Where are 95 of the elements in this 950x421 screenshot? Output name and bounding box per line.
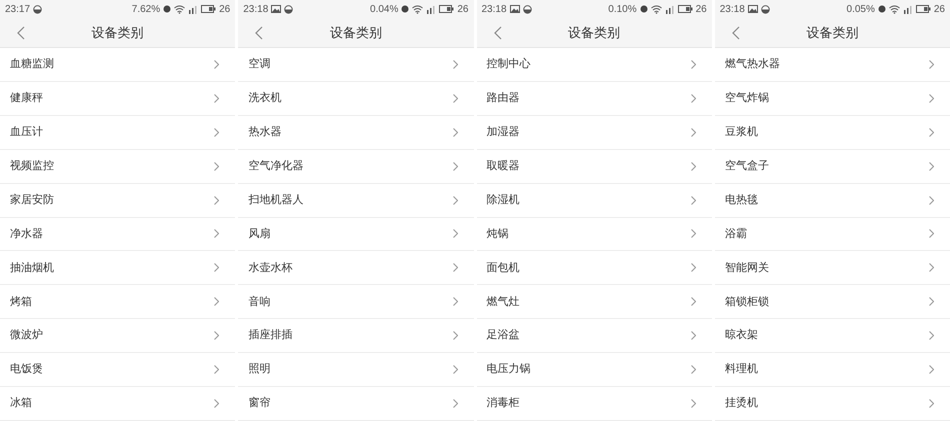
chevron-right-icon: [214, 196, 220, 205]
network-speed: 7.62%: [132, 2, 160, 16]
chevron-right-icon: [690, 196, 696, 205]
chevron-right-icon: [214, 128, 220, 137]
chevron-right-icon: [929, 60, 934, 69]
back-icon[interactable]: [255, 26, 264, 40]
signal-icon: [188, 4, 198, 14]
image-icon: [748, 5, 758, 13]
wifi-icon: [174, 4, 186, 14]
chevron-right-icon: [214, 331, 220, 340]
chevron-right-icon: [452, 60, 458, 69]
back-icon[interactable]: [732, 26, 740, 40]
chevron-right-icon: [929, 399, 934, 408]
category-item[interactable]: 电热毯: [714, 184, 950, 218]
image-icon: [271, 5, 282, 13]
signal-icon: [902, 4, 913, 14]
chevron-right-icon: [452, 94, 458, 103]
chevron-right-icon: [452, 365, 458, 374]
chevron-right-icon: [214, 162, 220, 171]
chevron-right-icon: [929, 196, 934, 205]
chevron-right-icon: [929, 162, 934, 171]
chevron-right-icon: [452, 331, 458, 340]
back-icon[interactable]: [494, 26, 502, 40]
half-circle-icon: [284, 4, 294, 14]
category-item[interactable]: 净水器: [0, 218, 236, 252]
category-item[interactable]: 家居安防: [0, 184, 236, 218]
chevron-right-icon: [690, 331, 696, 340]
chevron-right-icon: [929, 331, 934, 340]
chevron-right-icon: [214, 365, 220, 374]
signal-icon: [664, 4, 675, 14]
chevron-right-icon: [214, 60, 220, 69]
chevron-right-icon: [929, 128, 934, 137]
category-item[interactable]: 空气盒子: [714, 150, 950, 184]
chevron-right-icon: [929, 263, 934, 272]
wifi-icon: [888, 4, 900, 14]
battery-icon: [916, 5, 931, 13]
battery-icon: [201, 5, 216, 13]
chevron-right-icon: [929, 297, 934, 306]
chevron-right-icon: [452, 263, 458, 272]
chevron-right-icon: [214, 263, 220, 272]
chevron-right-icon: [690, 60, 696, 69]
chevron-right-icon: [690, 365, 696, 374]
back-icon[interactable]: [17, 26, 25, 40]
chevron-right-icon: [452, 162, 458, 171]
battery-icon: [439, 5, 454, 13]
chevron-right-icon: [214, 399, 220, 408]
status-time: 23:17: [5, 2, 30, 16]
chevron-right-icon: [690, 162, 696, 171]
category-item[interactable]: 风扇: [238, 218, 474, 252]
chevron-right-icon: [929, 94, 934, 103]
chevron-right-icon: [690, 399, 696, 408]
category-item[interactable]: 取暖器: [476, 150, 712, 184]
chevron-right-icon: [690, 128, 696, 137]
page-title: 设备类别: [806, 24, 858, 42]
status-time: 23:18: [482, 2, 507, 16]
network-speed: 0.10%: [608, 2, 637, 16]
page-title: 设备类别: [568, 24, 620, 42]
page-title: 设备类别: [92, 24, 144, 42]
page-title: 设备类别: [330, 24, 382, 42]
battery-level: 26: [219, 2, 230, 16]
status-time: 23:18: [720, 2, 745, 16]
chevron-right-icon: [690, 229, 696, 238]
battery-level: 26: [696, 2, 707, 16]
chevron-right-icon: [690, 297, 696, 306]
category-item[interactable]: 浴霸: [714, 218, 950, 252]
category-item[interactable]: 空气净化器: [238, 150, 474, 184]
category-item[interactable]: 视频监控: [0, 150, 236, 184]
chevron-right-icon: [214, 94, 220, 103]
status-time: 23:18: [243, 2, 268, 16]
chevron-right-icon: [690, 263, 696, 272]
battery-level: 26: [934, 2, 945, 16]
wifi-icon: [412, 4, 424, 14]
chevron-right-icon: [452, 196, 458, 205]
image-icon: [510, 5, 520, 13]
battery-level: 26: [457, 2, 468, 16]
category-item[interactable]: 扫地机器人: [238, 184, 474, 218]
category-item[interactable]: 炖锅: [476, 218, 712, 252]
chevron-right-icon: [452, 399, 458, 408]
chevron-right-icon: [214, 229, 220, 238]
category-item[interactable]: 除湿机: [476, 184, 712, 218]
half-circle-icon: [33, 4, 42, 14]
chevron-right-icon: [214, 297, 220, 306]
chevron-right-icon: [452, 297, 458, 306]
chevron-right-icon: [929, 365, 934, 374]
chevron-right-icon: [452, 229, 458, 238]
network-speed: 0.05%: [846, 2, 875, 16]
half-circle-icon: [522, 4, 532, 14]
chevron-right-icon: [929, 229, 934, 238]
battery-icon: [678, 5, 693, 13]
signal-icon: [426, 4, 436, 14]
half-circle-icon: [760, 4, 770, 14]
wifi-icon: [650, 4, 662, 14]
network-speed: 0.04%: [370, 2, 398, 16]
chevron-right-icon: [690, 94, 696, 103]
chevron-right-icon: [452, 128, 458, 137]
